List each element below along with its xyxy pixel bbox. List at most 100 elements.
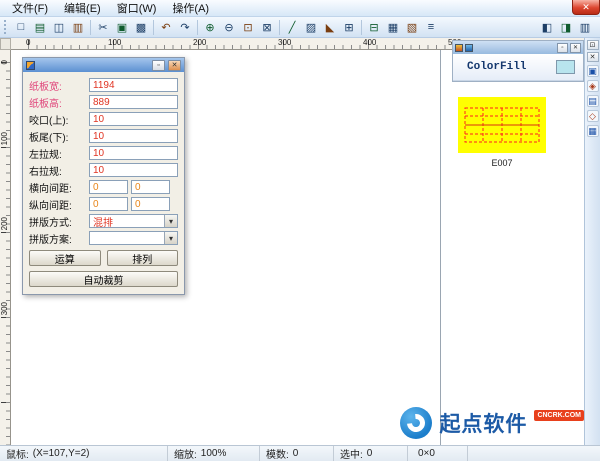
ruler-label: 100 bbox=[0, 132, 9, 145]
status-bar: 鼠标: (X=107,Y=2) 缩放: 100% 模数: 0 选中: 0 0×0 bbox=[0, 445, 600, 461]
status-value: 100% bbox=[201, 448, 227, 459]
line-tool-icon[interactable]: ╱ bbox=[283, 19, 301, 36]
redo-icon[interactable]: ↷ bbox=[176, 19, 194, 36]
panel-right-icon[interactable]: ◨ bbox=[557, 19, 575, 36]
color-swatch[interactable] bbox=[556, 60, 575, 74]
zoom-in-icon[interactable]: ⊕ bbox=[201, 19, 219, 36]
cut-icon[interactable]: ✂ bbox=[94, 19, 112, 36]
status-mouse: 鼠标: (X=107,Y=2) bbox=[0, 446, 168, 461]
v-spacing-field-2[interactable] bbox=[131, 197, 170, 211]
field-row-left-guide: 左拉规: bbox=[29, 146, 178, 160]
field-label: 纵向间距: bbox=[29, 197, 86, 212]
colorfill-row[interactable]: ColorFill bbox=[453, 54, 583, 81]
tail-bottom-field[interactable] bbox=[89, 129, 178, 143]
field-label: 纸板高: bbox=[29, 95, 86, 110]
board-width-field[interactable] bbox=[89, 78, 178, 92]
layout-mode-dropdown[interactable]: 混排 bbox=[89, 214, 178, 228]
menu-file[interactable]: 文件(F) bbox=[4, 0, 56, 17]
ruler-label: 0 bbox=[0, 60, 9, 64]
field-label: 横向间距: bbox=[29, 180, 86, 195]
vertical-ruler: 0 100 200 300 bbox=[0, 50, 11, 445]
left-guide-field[interactable] bbox=[89, 146, 178, 160]
menu-edit[interactable]: 编辑(E) bbox=[56, 0, 109, 17]
dialog-close-icon[interactable]: ✕ bbox=[168, 60, 181, 71]
panel-minimize-icon[interactable]: ▫ bbox=[557, 43, 568, 53]
status-label: 鼠标: bbox=[6, 446, 29, 461]
toolbar-separator bbox=[279, 20, 280, 35]
shape-tool-icon[interactable]: ◈ bbox=[587, 80, 599, 92]
canvas-panel-divider bbox=[440, 50, 441, 445]
set-square-icon[interactable]: ◣ bbox=[321, 19, 339, 36]
run-button[interactable]: 运算 bbox=[29, 250, 101, 266]
auto-crop-button[interactable]: 自动裁剪 bbox=[29, 271, 178, 287]
colorfill-label: ColorFill bbox=[467, 61, 556, 73]
undo-icon[interactable]: ↶ bbox=[157, 19, 175, 36]
dialog-button-row: 运算 排列 bbox=[29, 250, 178, 266]
status-value: 0 bbox=[367, 448, 373, 459]
toolbar-grip bbox=[4, 20, 7, 34]
save-icon[interactable]: ◫ bbox=[50, 19, 68, 36]
array-icon[interactable]: ▦ bbox=[384, 19, 402, 36]
node-tool-icon[interactable]: ◇ bbox=[587, 110, 599, 122]
ruler-label: 200 bbox=[193, 38, 206, 47]
template-label: E007 bbox=[458, 158, 546, 168]
dialog-icon bbox=[26, 61, 35, 70]
layer-tool-icon[interactable]: ▤ bbox=[587, 95, 599, 107]
print-icon[interactable]: ▥ bbox=[69, 19, 87, 36]
open-icon[interactable]: ▤ bbox=[31, 19, 49, 36]
dieline-preview bbox=[458, 97, 546, 153]
menu-bar: 文件(F) 编辑(E) 窗口(W) 操作(A) bbox=[0, 0, 600, 17]
color-fill-icon[interactable]: ▧ bbox=[403, 19, 421, 36]
calculator-icon[interactable]: ⊞ bbox=[340, 19, 358, 36]
palette-icon bbox=[455, 44, 463, 52]
hatch-tool-icon[interactable]: ▨ bbox=[302, 19, 320, 36]
field-row-tail-bottom: 板尾(下): bbox=[29, 129, 178, 143]
toolbar-right-group: ◧ ◨ ▥ bbox=[538, 19, 594, 36]
status-label: 选中: bbox=[340, 446, 363, 461]
grid-view-icon[interactable]: ▦ bbox=[587, 125, 599, 137]
v-spacing-field-1[interactable] bbox=[89, 197, 128, 211]
ruler-label: 200 bbox=[0, 217, 9, 230]
field-label: 板尾(下): bbox=[29, 129, 86, 144]
properties-icon[interactable]: ▥ bbox=[576, 19, 594, 36]
ruler-label: 300 bbox=[278, 38, 291, 47]
h-spacing-field-1[interactable] bbox=[89, 180, 128, 194]
template-item[interactable]: E007 bbox=[458, 97, 546, 168]
status-value: (X=107,Y=2) bbox=[33, 448, 90, 459]
dock-restore-icon[interactable]: ⊡ bbox=[587, 40, 599, 50]
board-height-field[interactable] bbox=[89, 95, 178, 109]
copy-icon[interactable]: ▣ bbox=[113, 19, 131, 36]
right-guide-field[interactable] bbox=[89, 163, 178, 177]
close-icon[interactable]: ✕ bbox=[572, 0, 600, 15]
ruler-label: 0 bbox=[26, 38, 30, 47]
arrange-button[interactable]: 排列 bbox=[107, 250, 179, 266]
site-domain-badge: CNCRK.COM bbox=[534, 410, 584, 421]
h-spacing-field-2[interactable] bbox=[131, 180, 170, 194]
arrange-icon[interactable]: ≡ bbox=[422, 19, 440, 36]
new-icon[interactable]: □ bbox=[12, 19, 30, 36]
grid-icon[interactable]: ⊟ bbox=[365, 19, 383, 36]
site-name: 起点软件 bbox=[439, 408, 527, 438]
zoom-out-icon[interactable]: ⊖ bbox=[220, 19, 238, 36]
panel-left-icon[interactable]: ◧ bbox=[538, 19, 556, 36]
menu-operate[interactable]: 操作(A) bbox=[164, 0, 217, 17]
select-tool-icon[interactable]: ▣ bbox=[587, 65, 599, 77]
dock-close-icon[interactable]: ✕ bbox=[587, 52, 599, 62]
panel-close-icon[interactable]: ✕ bbox=[570, 43, 581, 53]
paste-icon[interactable]: ▩ bbox=[132, 19, 150, 36]
menu-window[interactable]: 窗口(W) bbox=[109, 0, 165, 17]
status-zoom: 缩放: 100% bbox=[168, 446, 260, 461]
colorfill-panel: ▫ ✕ ColorFill bbox=[452, 40, 584, 82]
zoom-fit-icon[interactable]: ⊠ bbox=[258, 19, 276, 36]
dialog-minimize-icon[interactable]: ▫ bbox=[152, 60, 165, 71]
zoom-window-icon[interactable]: ⊡ bbox=[239, 19, 257, 36]
ruler-label: 100 bbox=[108, 38, 121, 47]
status-label: 模数: bbox=[266, 446, 289, 461]
dialog-body: 纸板宽: 纸板高: 咬口(上): 板尾(下): 左拉规: 右拉规: bbox=[23, 72, 184, 294]
colorfill-titlebar: ▫ ✕ bbox=[453, 41, 583, 54]
layout-scheme-dropdown[interactable] bbox=[89, 231, 178, 245]
field-row-board-height: 纸板高: bbox=[29, 95, 178, 109]
field-row-right-guide: 右拉规: bbox=[29, 163, 178, 177]
status-module: 模数: 0 bbox=[260, 446, 334, 461]
grip-top-field[interactable] bbox=[89, 112, 178, 126]
